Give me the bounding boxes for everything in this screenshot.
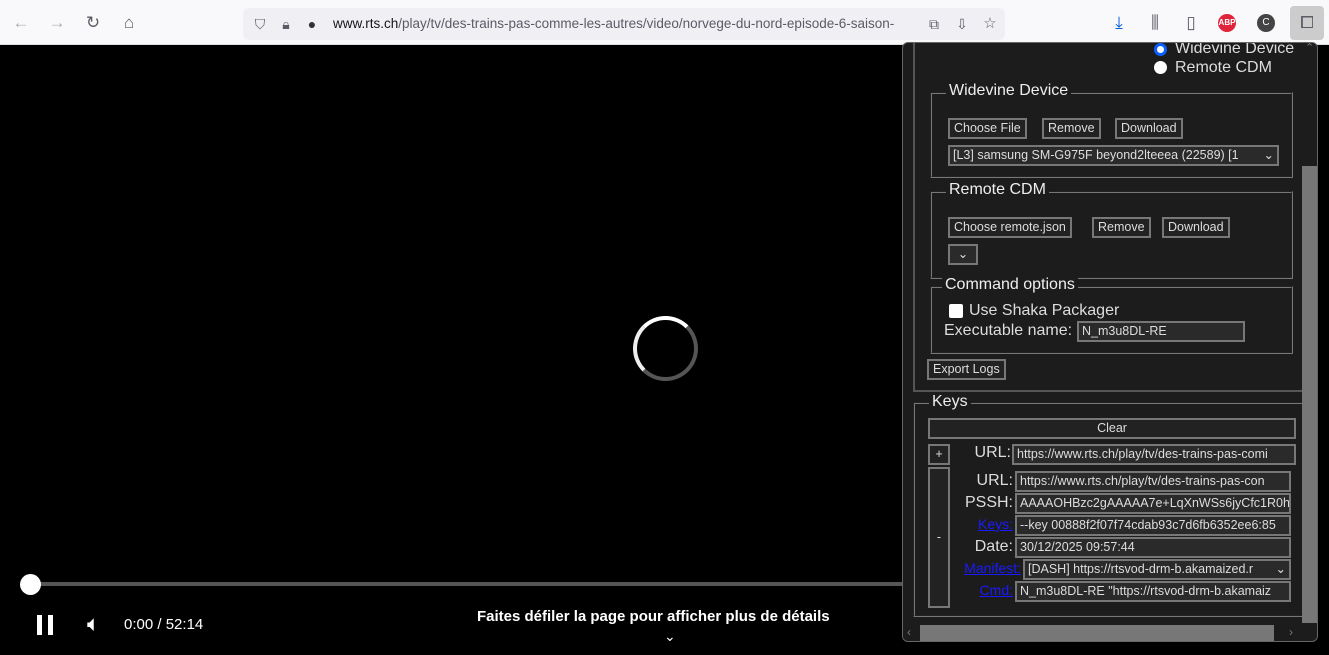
download-remote-button[interactable]: Download (1162, 217, 1230, 238)
pause-icon[interactable] (37, 615, 42, 635)
manifest-select[interactable]: [DASH] https://rtsvod-drm-b.akamaized.r ⌄ (1023, 559, 1291, 580)
forward-icon[interactable]: → (46, 12, 68, 34)
extensions-icon[interactable]: ⧠ (1290, 6, 1324, 40)
sidebar-icon[interactable]: ▯ (1180, 12, 1202, 34)
date-field[interactable]: 30/12/2025 09:57:44 (1015, 537, 1291, 558)
collapse-button[interactable]: - (928, 467, 950, 608)
progress-bar[interactable] (30, 582, 910, 586)
top-url-label: URL: (974, 444, 1011, 461)
keys-fieldset: Keys Clear + - URL: https://www.rts.ch/p… (913, 393, 1305, 617)
chevron-down-icon: ⌄ (1263, 148, 1274, 162)
radio-widevine-label: Widevine Device (1175, 42, 1295, 57)
expand-button[interactable]: + (928, 444, 950, 465)
downloads-icon[interactable]: ⤓ (1108, 12, 1130, 34)
clear-button[interactable]: Clear (928, 418, 1296, 439)
url-bar[interactable]: ⛉ 🔒︎ ● www.rts.ch/play/tv/des-trains-pas… (243, 8, 1005, 40)
vertical-scroll-thumb[interactable] (1302, 166, 1317, 623)
choose-file-button[interactable]: Choose File (948, 118, 1027, 139)
device-select[interactable]: [L3] samsung SM-G975F beyond2lteeea (225… (948, 145, 1279, 166)
extension-c-icon[interactable]: C (1257, 14, 1275, 32)
cmd-link[interactable]: Cmd: (955, 582, 1013, 598)
chevron-down-icon[interactable]: ⌄ (664, 628, 676, 645)
remove-remote-button[interactable]: Remove (1092, 217, 1151, 238)
url-path: /play/tv/des-trains-pas-comme-les-autres… (398, 16, 895, 31)
browser-toolbar: ← → ↻ ⌂ ⛉ 🔒︎ ● www.rts.ch/play/tv/des-tr… (0, 0, 1329, 45)
progress-handle[interactable] (20, 574, 41, 595)
radio-remote-label: Remote CDM (1175, 59, 1272, 76)
url-domain: www.rts.ch (333, 16, 399, 31)
vertical-scrollbar[interactable]: ⌃ ⌄ (1302, 43, 1317, 625)
command-fieldset: Command options Use Shaka Packager Execu… (930, 276, 1293, 354)
widevine-legend: Widevine Device (946, 82, 1072, 100)
download-device-button[interactable]: Download (1115, 118, 1183, 139)
url-text[interactable]: www.rts.ch/play/tv/des-trains-pas-comme-… (333, 16, 923, 31)
scroll-left-icon[interactable]: ‹ (907, 625, 911, 639)
radio-widevine[interactable] (1154, 43, 1167, 56)
keys-field[interactable]: --key 00888f2f07f74cdab93c7d6fb6352ee6:8… (1015, 515, 1291, 536)
time-separator: / (157, 616, 162, 633)
pssh-field[interactable]: AAAAOHBzc2gAAAAA7e+LqXnWSs6jyCfc1R0h (1015, 493, 1291, 514)
shaka-checkbox[interactable] (949, 304, 963, 318)
scroll-right-icon[interactable]: › (1289, 625, 1293, 639)
library-icon[interactable]: ⫼ (1144, 12, 1166, 34)
volume-icon[interactable]: 🔈︎ (87, 611, 100, 637)
duration: 52:14 (165, 616, 204, 633)
fieldset-border (913, 43, 915, 391)
current-time: 0:00 (124, 616, 154, 633)
shaka-label: Use Shaka Packager (969, 302, 1120, 319)
scroll-hint: Faites défiler la page pour afficher plu… (477, 608, 830, 625)
horizontal-scroll-thumb[interactable] (920, 625, 1274, 641)
url-label: URL: (976, 472, 1013, 489)
chevron-down-icon: ⌄ (957, 247, 969, 261)
url-field[interactable]: https://www.rts.ch/play/tv/des-trains-pa… (1015, 471, 1291, 492)
manifest-link[interactable]: Manifest: (945, 560, 1021, 576)
remote-select[interactable]: ⌄ (948, 244, 978, 265)
keys-legend: Keys (929, 393, 971, 411)
remote-cdm-legend: Remote CDM (946, 181, 1049, 199)
save-page-icon[interactable]: ⇩ (951, 13, 973, 35)
exe-name-input[interactable]: N_m3u8DL-RE (1077, 321, 1245, 342)
bookmark-star-icon[interactable]: ☆ (979, 13, 1001, 35)
back-icon[interactable]: ← (10, 12, 32, 34)
scroll-up-icon[interactable]: ⌃ (1305, 43, 1314, 54)
reload-icon[interactable]: ↻ (82, 12, 104, 34)
top-url-field[interactable]: https://www.rts.ch/play/tv/des-trains-pa… (1012, 444, 1296, 465)
pause-icon-bar (48, 615, 53, 635)
shield-icon[interactable]: ⛉ (249, 13, 271, 35)
adblock-icon[interactable]: ABP (1218, 14, 1236, 32)
remote-cdm-fieldset: Remote CDM Choose remote.json Remove Dow… (930, 181, 1293, 279)
radio-remote-cdm[interactable] (1154, 61, 1167, 74)
chevron-down-icon: ⌄ (1275, 562, 1286, 576)
cmd-field[interactable]: N_m3u8DL-RE "https://rtsvod-drm-b.akamai… (1015, 581, 1291, 602)
widevine-fieldset: Widevine Device Choose File Remove Downl… (930, 82, 1293, 178)
date-label: Date: (974, 538, 1013, 555)
command-legend: Command options (942, 276, 1078, 294)
pssh-label: PSSH: (964, 494, 1013, 511)
lock-icon[interactable]: 🔒︎ (275, 13, 297, 35)
scroll-down-icon[interactable]: ⌄ (1305, 607, 1314, 620)
home-icon[interactable]: ⌂ (118, 12, 140, 34)
permissions-icon[interactable]: ● (301, 13, 323, 35)
export-logs-button[interactable]: Export Logs (927, 359, 1006, 380)
divider (913, 390, 1303, 392)
exe-label: Executable name: (944, 322, 1073, 339)
remove-device-button[interactable]: Remove (1042, 118, 1101, 139)
time-display: 0:00 / 52:14 (124, 616, 203, 633)
horizontal-scrollbar[interactable]: ‹ › (903, 625, 1302, 641)
keys-link[interactable]: Keys: (955, 516, 1013, 532)
manifest-value: [DASH] https://rtsvod-drm-b.akamaized.r (1028, 562, 1254, 576)
device-select-value: [L3] samsung SM-G975F beyond2lteeea (225… (953, 148, 1239, 162)
picture-in-picture-icon[interactable]: ⧉ (923, 13, 945, 35)
extension-panel: Widevine Device Remote CDM Widevine Devi… (902, 42, 1318, 642)
choose-remote-button[interactable]: Choose remote.json (948, 217, 1072, 238)
loading-spinner (633, 316, 698, 381)
